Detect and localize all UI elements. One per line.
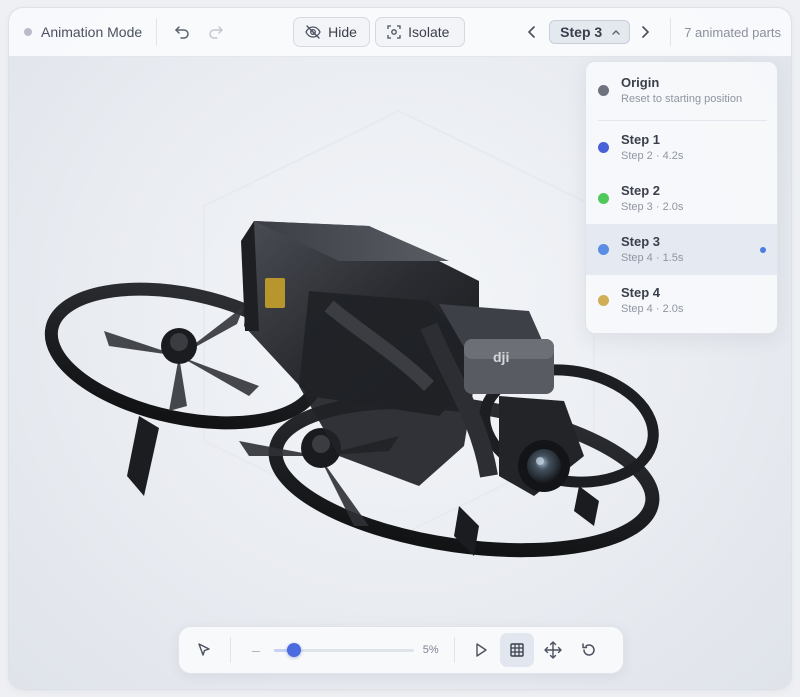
origin-color-dot xyxy=(598,85,609,96)
step-color-dot xyxy=(598,295,609,306)
mode-indicator: Animation Mode xyxy=(24,24,142,40)
menu-item-subtitle: Step 4 · 1.5s xyxy=(621,252,684,264)
next-step-button[interactable] xyxy=(631,18,659,46)
divider xyxy=(156,18,158,46)
move-arrows-icon xyxy=(544,641,562,659)
grid-icon xyxy=(510,643,524,657)
mode-label: Animation Mode xyxy=(41,24,143,40)
drone-body: dji xyxy=(241,221,599,556)
eye-off-icon xyxy=(305,25,321,39)
menu-item-subtitle: Step 2 · 4.2s xyxy=(621,150,684,162)
isolate-icon xyxy=(387,25,401,39)
progress-percent: 5% xyxy=(422,644,439,656)
chevron-right-icon xyxy=(642,26,650,38)
isolate-button[interactable]: Isolate xyxy=(375,17,466,47)
chevron-up-icon xyxy=(612,30,620,35)
redo-icon xyxy=(209,26,223,39)
move-tool-button[interactable] xyxy=(536,633,570,667)
play-icon xyxy=(476,643,487,657)
menu-item-subtitle: Reset to starting position xyxy=(621,93,743,105)
menu-item-step-3[interactable]: Step 3 Step 4 · 1.5s xyxy=(586,224,777,275)
step-color-dot xyxy=(598,244,609,255)
active-step-indicator xyxy=(760,246,766,253)
step-color-dot xyxy=(598,193,609,204)
menu-item-title: Origin xyxy=(621,75,660,90)
undo-button[interactable] xyxy=(168,18,196,46)
menu-divider xyxy=(598,120,767,121)
hide-button[interactable]: Hide xyxy=(293,17,371,47)
rotate-ccw-icon xyxy=(582,643,595,656)
menu-item-step-1[interactable]: Step 1 Step 2 · 4.2s xyxy=(586,122,777,173)
top-bar: Animation Mode Hide Isolate Step 3 7 ani… xyxy=(9,8,791,57)
previous-step-button[interactable] xyxy=(518,18,546,46)
cursor-icon xyxy=(198,643,210,656)
progress-slider[interactable] xyxy=(273,640,414,660)
isolate-label: Isolate xyxy=(408,24,450,40)
divider xyxy=(453,637,455,663)
divider xyxy=(670,18,672,46)
menu-item-title: Step 2 xyxy=(621,183,661,198)
minus-icon: – xyxy=(252,642,260,658)
chevron-left-icon xyxy=(528,26,536,38)
menu-item-step-4[interactable]: Step 4 Step 4 · 2.0s xyxy=(586,275,777,326)
menu-item-subtitle: Step 3 · 2.0s xyxy=(621,201,684,213)
menu-item-title: Step 4 xyxy=(621,285,661,300)
dji-logo: dji xyxy=(493,349,509,365)
animated-parts-count: 7 animated parts xyxy=(684,24,782,40)
redo-button[interactable] xyxy=(202,18,230,46)
menu-item-origin[interactable]: Origin Reset to starting position xyxy=(586,65,777,116)
divider xyxy=(230,637,231,663)
viewer-window: dji Animation Mode Hide Isolate Step 3 7… xyxy=(9,8,791,689)
undo-icon xyxy=(175,26,189,39)
grid-view-button[interactable] xyxy=(499,633,534,667)
play-button[interactable] xyxy=(464,633,498,667)
menu-item-title: Step 1 xyxy=(621,132,661,147)
step-dropdown-menu: Origin Reset to starting position Step 1… xyxy=(585,61,778,334)
menu-item-title: Step 3 xyxy=(621,234,661,249)
reset-button[interactable] xyxy=(572,633,606,667)
menu-item-step-2[interactable]: Step 2 Step 3 · 2.0s xyxy=(586,173,777,224)
slider-thumb[interactable] xyxy=(287,643,302,657)
mode-status-dot xyxy=(24,28,32,36)
current-step-label: Step 3 xyxy=(560,24,603,40)
hide-label: Hide xyxy=(328,24,357,40)
menu-item-subtitle: Step 4 · 2.0s xyxy=(621,303,684,315)
step-color-dot xyxy=(598,142,609,153)
step-selector[interactable]: Step 3 xyxy=(549,20,631,44)
playback-toolbar: – 5% xyxy=(178,626,624,674)
select-tool-button[interactable] xyxy=(187,633,221,667)
